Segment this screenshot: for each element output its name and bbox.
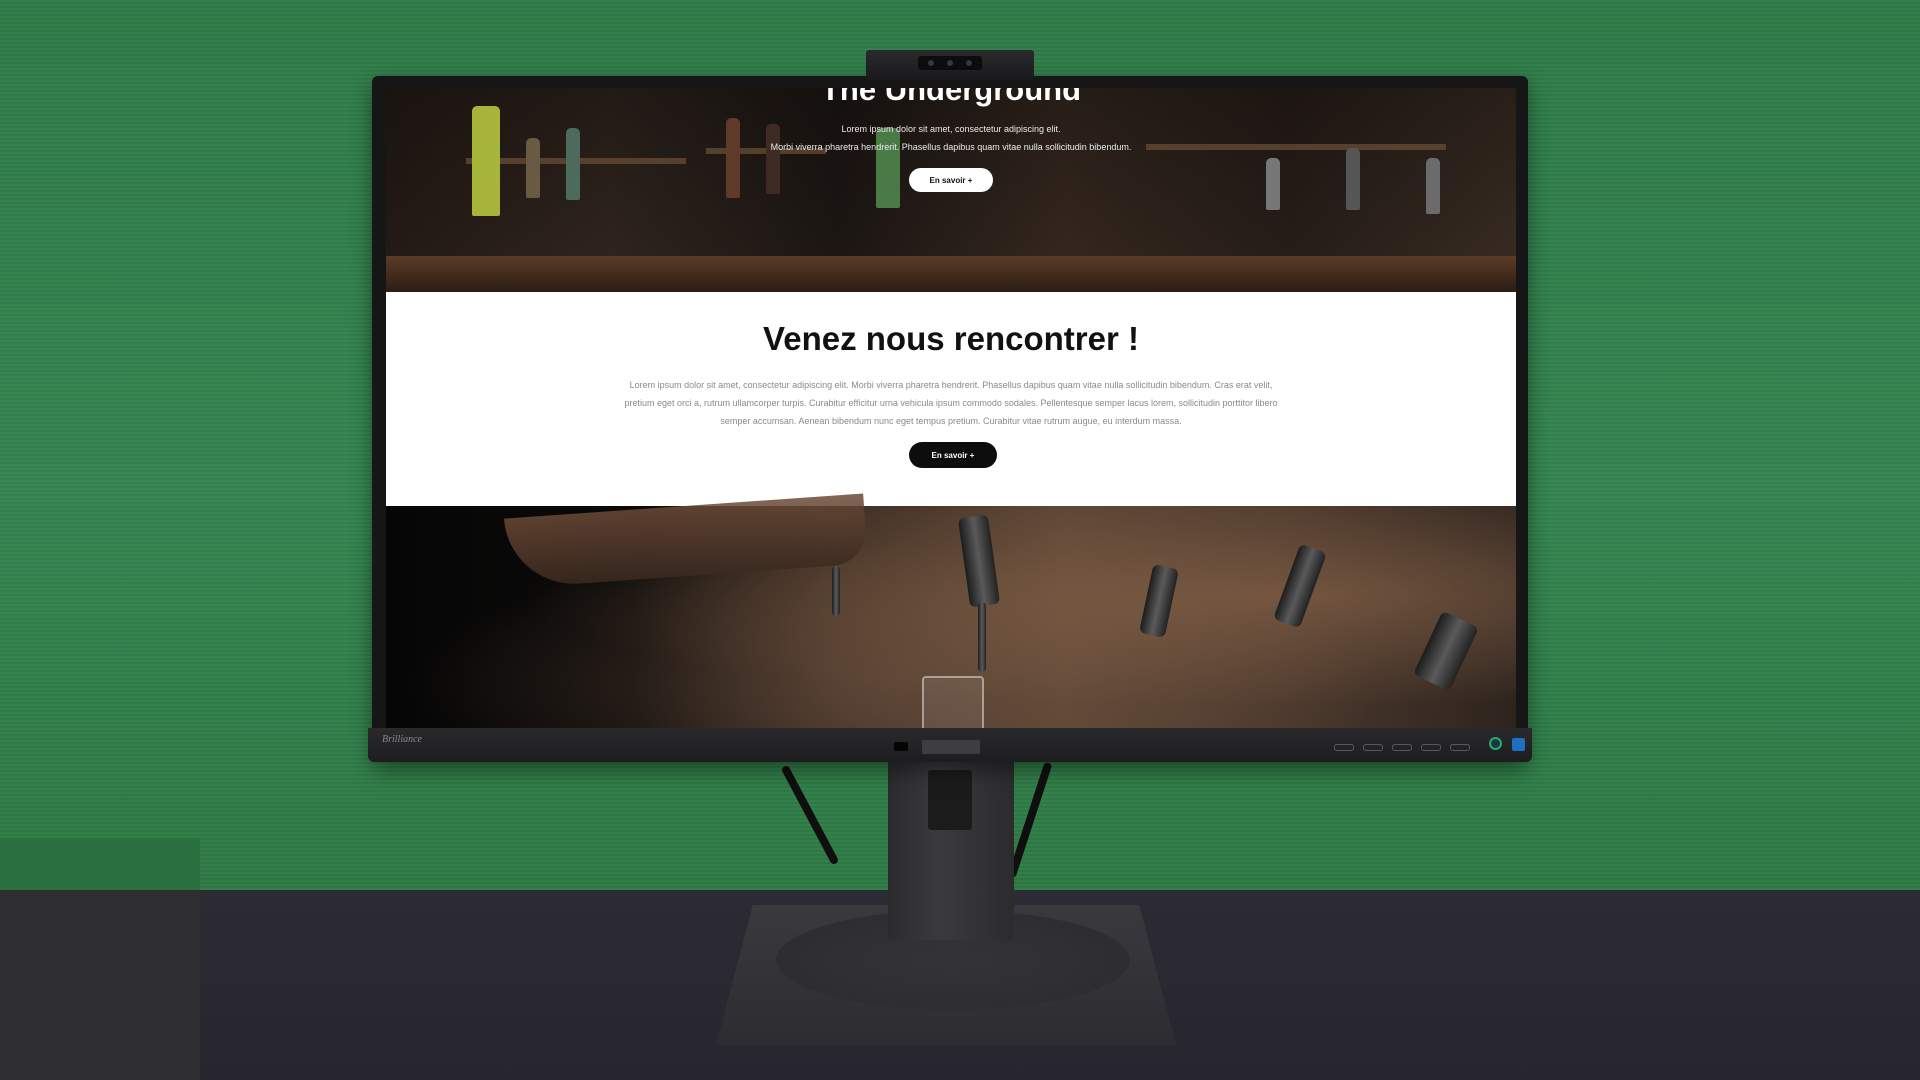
- tap-spout: [978, 602, 986, 672]
- bartender-arm: [503, 493, 869, 589]
- bar-counter: [386, 256, 1516, 292]
- section-body-text: Lorem ipsum dolor sit amet, consectetur …: [624, 380, 1278, 426]
- cable-management-slot: [928, 770, 972, 830]
- bottle: [1266, 158, 1280, 210]
- webcam-sensor-icon: [947, 60, 953, 66]
- tap-spout: [832, 566, 840, 616]
- osd-button-5[interactable]: [1450, 744, 1470, 751]
- beer-tap: [957, 514, 1001, 608]
- bottle: [1346, 148, 1360, 210]
- chin-panel: [922, 740, 980, 754]
- beer-taps-photo: [386, 493, 1516, 728]
- beer-tap: [1413, 610, 1479, 692]
- beer-tap: [1139, 564, 1179, 638]
- bottle: [472, 106, 500, 216]
- bottle: [876, 128, 900, 208]
- hero-text-line-1: Lorem ipsum dolor sit amet, consectetur …: [841, 124, 1061, 134]
- status-light-icon: [1512, 738, 1525, 751]
- bottle: [566, 128, 580, 200]
- hero-text-line-2: Morbi viverra pharetra hendrerit. Phasel…: [770, 142, 1132, 152]
- desk-corner: [0, 890, 200, 1080]
- hero-section: The Underground Lorem ipsum dolor sit am…: [386, 88, 1516, 292]
- bottle: [766, 124, 780, 194]
- hero-learn-more-button[interactable]: En savoir +: [909, 168, 993, 192]
- osd-button-3[interactable]: [1392, 744, 1412, 751]
- backdrop-patch: [0, 838, 200, 890]
- section-title: Venez nous rencontrer !: [763, 320, 1139, 357]
- osd-button-strip: [1334, 744, 1470, 751]
- osd-button-2[interactable]: [1363, 744, 1383, 751]
- webcam-lens-icon: [928, 60, 934, 66]
- ir-sensor-icon: [894, 742, 908, 751]
- brand-logo: Brilliance: [382, 734, 422, 745]
- webcam-mic-icon: [966, 60, 972, 66]
- power-button-icon[interactable]: [1489, 737, 1502, 750]
- beer-glass: [922, 676, 984, 728]
- meet-us-section: Venez nous rencontrer ! Lorem ipsum dolo…: [386, 292, 1516, 506]
- monitor-screen: The Underground Lorem ipsum dolor sit am…: [386, 88, 1516, 728]
- bottle: [1426, 158, 1440, 214]
- learn-more-button[interactable]: En savoir +: [909, 442, 997, 468]
- beer-tap: [1273, 543, 1327, 629]
- hero-title: The Underground: [820, 88, 1082, 107]
- osd-button-1[interactable]: [1334, 744, 1354, 751]
- osd-button-4[interactable]: [1421, 744, 1441, 751]
